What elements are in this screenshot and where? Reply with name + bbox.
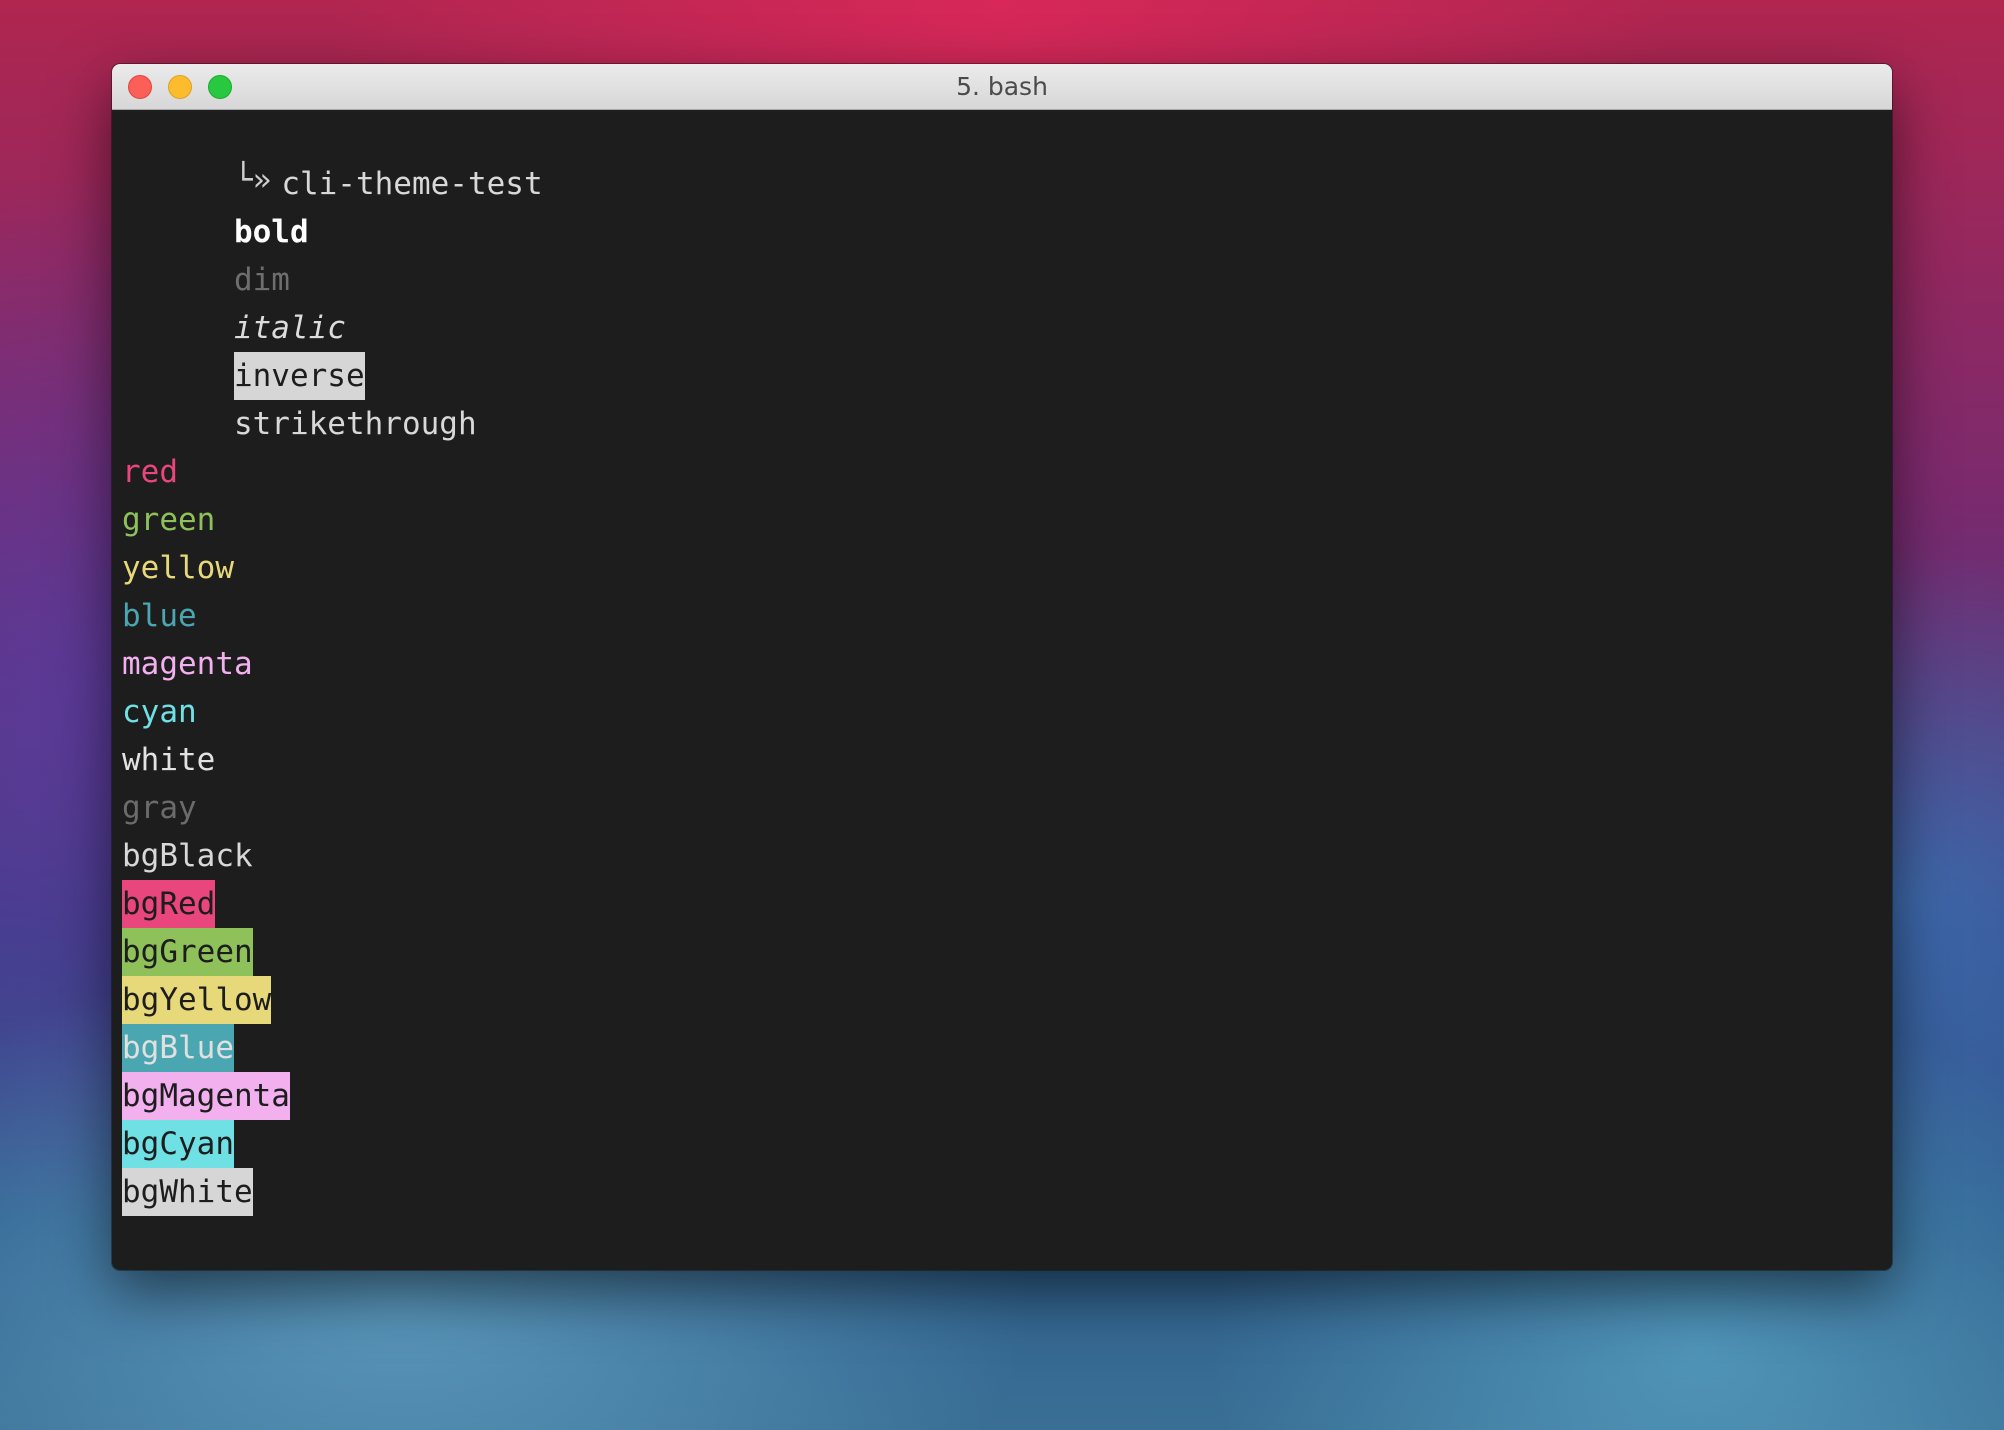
color-sample-gray: gray [122,790,197,826]
prompt-arrow-icon: └» [233,162,272,198]
italic-sample: italic [233,310,346,346]
bg-line-bgYellow: bgYellow [122,976,1882,1024]
dim-line: dim [122,208,1882,298]
color-samples: red green yellow blue magenta cyan white gray [122,448,1882,832]
dim-sample: dim [233,262,290,298]
inverse-line: inverse [122,304,1882,400]
terminal-output[interactable]: └» cli-theme-test bold dim italic inverse… [122,112,1882,1270]
color-sample-red: red [122,454,178,490]
color-line-yellow: yellow [122,544,1882,592]
bg-line-bgCyan: bgCyan [122,1120,1882,1168]
bg-line-bgBlack: bgBlack [122,832,1882,880]
color-line-cyan: cyan [122,688,1882,736]
prompt-line: └» cli-theme-test [122,112,1882,202]
color-line-white: white [122,736,1882,784]
color-line-red: red [122,448,1882,496]
color-line-magenta: magenta [122,640,1882,688]
color-sample-white: white [122,742,216,778]
color-sample-cyan: cyan [122,694,197,730]
color-sample-green: green [122,502,216,538]
italic-line: italic [122,256,1882,346]
bold-sample: bold [233,214,309,250]
color-line-gray: gray [122,784,1882,832]
terminal-window: 5. bash └» cli-theme-test bold dim italic… [112,64,1892,1270]
bg-sample-bgBlue: bgBlue [122,1024,234,1072]
bg-line-bgRed: bgRed [122,880,1882,928]
title-bar[interactable]: 5. bash [112,64,1892,110]
color-line-blue: blue [122,592,1882,640]
bg-sample-bgGreen: bgGreen [122,928,253,976]
inverse-sample: inverse [233,352,365,400]
command-text: cli-theme-test [281,166,543,202]
bg-sample-bgBlack: bgBlack [122,838,253,874]
color-sample-yellow: yellow [122,550,234,586]
bg-line-bgMagenta: bgMagenta [122,1072,1882,1120]
bg-line-bgBlue: bgBlue [122,1024,1882,1072]
background-samples: bgBlack bgRed bgGreen bgYellow bgBlue bgMagen… [122,832,1882,1216]
bg-sample-bgMagenta: bgMagenta [122,1072,290,1120]
bg-sample-bgYellow: bgYellow [122,976,272,1024]
bg-sample-bgRed: bgRed [122,880,216,928]
bg-sample-bgWhite: bgWhite [122,1168,253,1216]
color-line-green: green [122,496,1882,544]
strikethrough-line: strikethrough [122,352,1882,442]
strikethrough-sample: strikethrough [233,406,477,442]
bg-line-bgWhite: bgWhite [122,1168,1882,1216]
color-sample-magenta: magenta [122,646,253,682]
color-sample-blue: blue [122,598,197,634]
window-title: 5. bash [956,72,1048,101]
bg-sample-bgCyan: bgCyan [122,1120,234,1168]
bg-line-bgGreen: bgGreen [122,928,1882,976]
